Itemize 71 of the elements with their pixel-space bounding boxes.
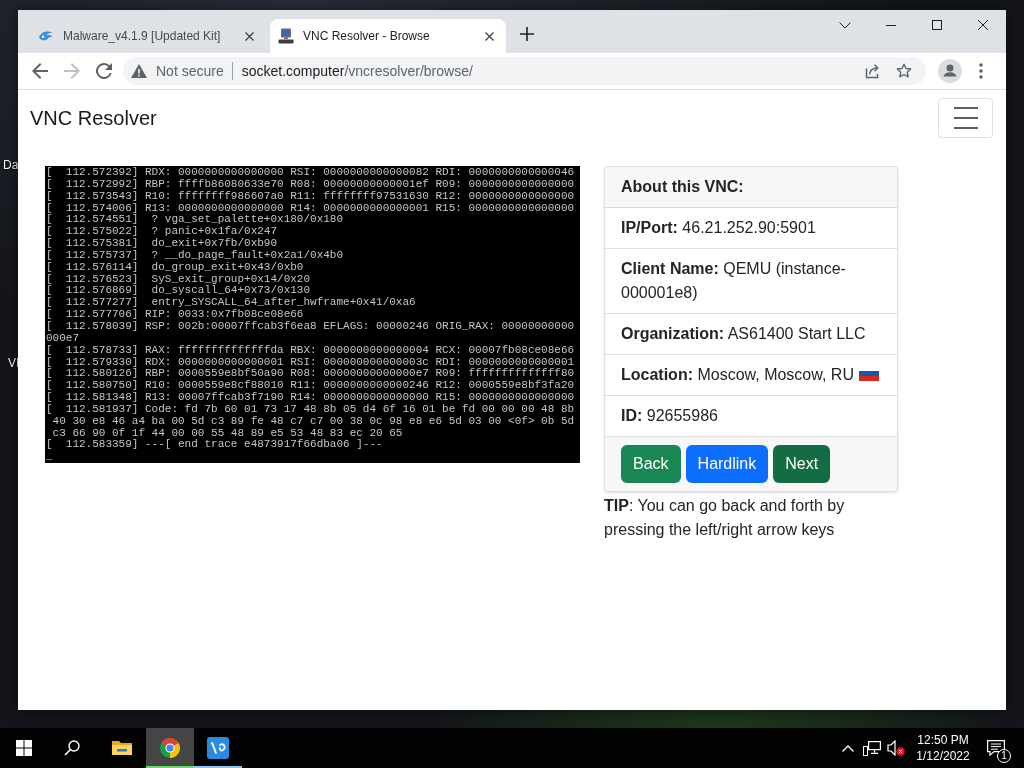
back-button[interactable]: Back	[621, 445, 681, 483]
brand-link[interactable]: VNC Resolver	[30, 103, 157, 133]
hardlink-button[interactable]: Hardlink	[685, 445, 769, 483]
desktop-icon-label[interactable]: VI	[8, 356, 20, 370]
vnc-detail: Client Name: QEMU (instance-000001e8)	[621, 260, 846, 301]
console-line: [ 112.574006] R13: 0000000000000000 R14: 0000000000000001 R15: 0000000000000000	[46, 202, 575, 214]
tip-text: TIP: You can go back and forth by pressing the left/right arrow keys	[604, 496, 846, 540]
speaker-muted-icon[interactable]	[887, 740, 905, 756]
console-line: [ 112.576523] SyS_exit_group+0x14/0x20	[46, 273, 311, 285]
console-line: [ 112.579330] RDX: 0000000000000001 RSI: 000000000000003c RDI: 0000000000000001	[46, 356, 575, 368]
url-text: socket.computer/vncresolver/browse/	[241, 63, 473, 79]
console-line: [ 112.581937] Code: fd 7b 60 01 73 17 48 8b 05 d4 6f 16 01 be fd 00 00 00 48 8b	[46, 403, 575, 416]
console-line: [ 112.575737] ? __do_page_fault+0x2a1/0x4b0	[46, 249, 344, 262]
address-bar[interactable]: Not secure socket.computer/vncresolver/browse/	[123, 57, 926, 85]
desktop-icon-label[interactable]: Da	[3, 158, 19, 172]
console-line: [ 112.583359] ---[ end trace e4873917f66dba06 ]---	[46, 439, 383, 452]
close-icon[interactable]	[245, 31, 254, 41]
console-line: [ 112.572992] RBP: ffffb86080633e70 R08: 00000000000001ef R09: 0000000000000000	[46, 178, 575, 191]
console-line: [ 112.577277] entry_SYSCALL_64_after_hwframe+0x41/0xa6	[46, 297, 416, 309]
console-line: [ 112.572392] RDX: 0000000000000000 RSI: 0000000000000082 RDI: 0000000000000046	[46, 167, 575, 179]
console-line: [ 112.578039] RSP: 002b:00007ffcab3f6ea8 EFLAGS: 00000246 ORIG_RAX: 00000000000	[46, 320, 575, 333]
plus-icon[interactable]	[520, 27, 534, 41]
search-icon[interactable]	[64, 740, 80, 756]
console-line: [ 112.576114] do_group_exit+0x43/0xb0	[46, 261, 304, 274]
vnc-detail: Organization: AS61400 Start LLC	[621, 325, 866, 342]
menu-icon	[953, 106, 978, 130]
console-line: 000e7	[46, 332, 79, 345]
chevron-up-icon[interactable]	[842, 744, 854, 752]
vnc-detail: IP/Port: 46.21.252.90:5901	[621, 219, 816, 236]
console-line: 40 30 e8 46 a4 ba 00 5d c3 89 fe 48 c7 c7 00 38 0c 98 e8 e6 5d 03 00 <0f> 0b 5d	[51, 415, 575, 428]
network-icon[interactable]	[863, 740, 881, 756]
start-icon[interactable]	[16, 740, 32, 756]
console-line: _	[46, 451, 53, 464]
chevron-down-icon[interactable]	[839, 21, 851, 29]
console-line: [ 112.578733] RAX: ffffffffffffffda RBX: 0000000000000004 RCX: 00007fb08ce08e66	[46, 344, 575, 357]
vnc-detail: ID: 92655986	[621, 407, 718, 424]
console-line: [ 112.573543] R10: ffffffff986607a0 R11: ffffffff97531630 R12: 0000000000000000	[46, 190, 575, 203]
clock-time[interactable]: 12:50 PM	[908, 732, 978, 748]
arrow-left-icon[interactable]	[32, 63, 48, 79]
avatar-icon[interactable]	[938, 59, 962, 83]
card-header: About this VNC:	[605, 167, 897, 208]
next-button[interactable]: Next	[773, 445, 831, 483]
star-icon[interactable]	[896, 63, 912, 79]
site-info-button[interactable]: Not secure	[131, 63, 224, 79]
minimize-icon[interactable]	[886, 24, 896, 26]
reload-icon[interactable]	[96, 63, 112, 79]
computer-icon	[278, 28, 294, 44]
clock-date[interactable]: 1/12/2022	[908, 748, 978, 764]
maximize-icon[interactable]	[932, 20, 942, 30]
console-line: [ 112.575381] do_exit+0x7fb/0xb90	[46, 238, 278, 250]
browser-tab[interactable]: VNC Resolver - Browse	[270, 19, 506, 53]
notification-badge: 1	[997, 749, 1011, 763]
share-icon[interactable]	[864, 63, 880, 79]
more-icon[interactable]	[979, 63, 983, 79]
console-line: [ 112.575022] ? panic+0x1fa/0x247	[46, 226, 278, 238]
console-line: [ 112.577706] RIP: 0033:0x7fb08ce08e66	[46, 309, 304, 321]
browser-icon	[160, 738, 180, 758]
console-line: [ 112.580750] R10: 0000559e8cf88010 R11: 0000000000000246 R12: 0000559e8bf3fa20	[46, 380, 575, 392]
console-line: [ 112.576869] do_syscall_64+0x73/0x130	[46, 285, 311, 297]
close-icon[interactable]	[485, 31, 494, 41]
app-icon	[207, 737, 229, 759]
console-line: [ 112.581348] R13: 00007ffcab3f7190 R14: 0000000000000000 R15: 0000000000000000	[46, 392, 575, 404]
console-line: c3 66 90 0f 1f 44 00 00 55 48 89 e5 53 48 83 ec 20 65	[51, 427, 403, 439]
console-line: [ 112.574551] ? vga_set_palette+0x180/0x180	[46, 214, 344, 226]
folder-icon	[112, 740, 132, 756]
menu-button[interactable]	[938, 98, 993, 138]
console-line: [ 112.580126] RBP: 0000559e8bf50a90 R08: 00000000000000e7 R09: ffffffffffffff80	[46, 368, 575, 380]
close-icon[interactable]	[978, 20, 988, 30]
browser-tab[interactable]: Malware_v4.1.9 [Updated Kit]	[30, 19, 266, 53]
warning-icon	[131, 64, 147, 78]
vnc-detail: Location: Moscow, Moscow, RU	[621, 366, 854, 383]
